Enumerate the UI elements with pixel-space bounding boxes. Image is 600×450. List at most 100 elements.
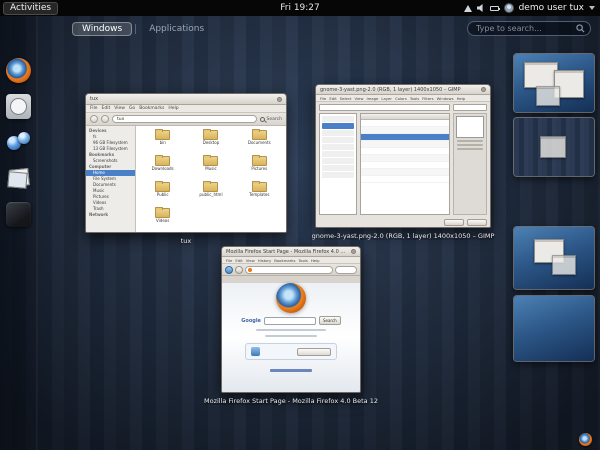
menu-filters: Filters [422, 95, 434, 101]
url-bar [245, 265, 333, 274]
folder-icon [251, 129, 267, 140]
window-caption: Mozilla Firefox Start Page - Mozilla Fir… [204, 397, 378, 405]
start-page: Google Search [222, 283, 360, 392]
folder-grid: bin Desktop Documents Downloads Music Pi… [136, 126, 286, 232]
places-sidebar: Devices fs 96 GB Filesystem 13 GB Filesy… [86, 126, 136, 232]
chevron-down-icon [589, 6, 595, 10]
top-panel: Activities Fri 19:27 demo user tux [0, 0, 600, 16]
google-search-row: Google Search [222, 316, 360, 325]
volume-icon[interactable] [476, 4, 483, 12]
folder-icon [203, 181, 219, 192]
folder-item: Templates [236, 181, 283, 198]
file-row [361, 155, 449, 162]
menu-file: File [226, 257, 233, 263]
menu-help: Help [310, 257, 320, 263]
place-row [322, 165, 354, 171]
place-row [322, 137, 354, 143]
dialog-body [319, 113, 487, 215]
battery-icon[interactable] [489, 5, 500, 11]
workspace-thumbnail-3[interactable] [514, 227, 594, 289]
activities-button[interactable]: Activities [3, 1, 59, 15]
google-search-input [263, 316, 316, 325]
preview-panel [453, 113, 487, 215]
workspace-window-thumb [540, 136, 566, 158]
menu-windows: Windows [436, 95, 454, 101]
gnome-shell-overview: Activities Fri 19:27 demo user tux Windo… [0, 0, 600, 450]
menubar: File Edit Select View Image Layer Colors… [316, 95, 490, 102]
workspace-window-thumb [524, 62, 558, 88]
workspace-window-thumb [552, 255, 576, 275]
menubar: File Edit View History Bookmarks Tools H… [222, 257, 360, 264]
window-gimp[interactable]: gnome-3-yast.png-2.0 (RGB, 1 layer) 1400… [315, 84, 491, 228]
window-file-manager[interactable]: tux File Edit View Go Bookmarks Help tux… [85, 93, 287, 233]
window-title: Mozilla Firefox Start Page - Mozilla Fir… [226, 248, 348, 255]
filename-field [319, 104, 450, 111]
dash-item-media-player-icon[interactable] [5, 202, 31, 227]
menu-view: View [354, 95, 364, 101]
file-row [361, 141, 449, 148]
dash [0, 16, 37, 450]
link-line [270, 369, 312, 372]
file-row [361, 120, 449, 127]
tab-applications[interactable]: Applications [139, 22, 214, 36]
dialog-fields [319, 104, 487, 111]
folder-icon [251, 181, 267, 192]
google-search-button: Search [318, 316, 341, 325]
folder-icon [155, 129, 171, 140]
restore-session-button [297, 347, 331, 356]
preview-text-line [457, 140, 483, 142]
search-icon [259, 116, 265, 122]
toolbar: tux Search [86, 113, 286, 126]
preview-text-line [457, 144, 483, 146]
favicon [248, 267, 252, 272]
session-restore-box [245, 343, 337, 360]
file-row [361, 127, 449, 134]
menu-tools: Tools [298, 257, 308, 263]
menu-layer: Layer [381, 95, 392, 101]
notification-firefox-icon[interactable] [579, 433, 592, 446]
place-row [322, 116, 354, 122]
menu-help: Help [456, 95, 466, 101]
menu-help: Help [168, 106, 179, 111]
place-row [322, 151, 354, 157]
clock[interactable]: Fri 19:27 [280, 3, 320, 13]
search-icon [576, 24, 585, 33]
dash-item-spheres-icon[interactable] [6, 130, 31, 155]
close-icon [481, 87, 486, 92]
menu-colors: Colors [394, 95, 407, 101]
workspace-thumbnail-2[interactable] [514, 118, 594, 176]
workspace-thumbnail-1[interactable] [514, 54, 594, 112]
text-line [256, 329, 326, 331]
dash-item-image-viewer-icon[interactable] [6, 166, 31, 191]
window-caption: gnome-3-yast.png-2.0 (RGB, 1 layer) 1400… [311, 232, 495, 240]
menu-file: File [320, 95, 327, 101]
confirm-button [467, 218, 487, 226]
folder-item: bin [139, 129, 186, 146]
dash-item-firefox-icon[interactable] [5, 58, 31, 83]
menu-image: Image [366, 95, 379, 101]
window-firefox[interactable]: Mozilla Firefox Start Page - Mozilla Fir… [221, 246, 361, 393]
view-tabs: Windows Applications [72, 22, 214, 36]
place-row [322, 172, 354, 178]
tab-windows[interactable]: Windows [72, 22, 133, 36]
close-icon [351, 249, 356, 254]
search-placeholder: Type to search... [476, 24, 542, 33]
menu-bookmarks: Bookmarks [274, 257, 296, 263]
menu-edit: Edit [235, 257, 243, 263]
preview-image [456, 116, 484, 138]
network-icon[interactable] [463, 4, 472, 12]
user-menu[interactable]: demo user tux [519, 3, 584, 13]
folder-item: Downloads [139, 155, 186, 172]
close-icon [277, 96, 282, 102]
back-icon [225, 265, 233, 274]
folder-item: public_html [187, 181, 234, 198]
forward-icon [235, 265, 243, 274]
dash-item-screenshot-icon[interactable] [5, 94, 31, 119]
menu-bookmarks: Bookmarks [139, 106, 165, 111]
user-avatar-icon [503, 3, 514, 13]
menu-select: Select [339, 95, 352, 101]
system-tray: demo user tux [463, 3, 600, 13]
sidebar-header: Network [89, 212, 109, 217]
search-input[interactable]: Type to search... [467, 21, 591, 36]
workspace-thumbnail-4[interactable] [514, 296, 594, 361]
